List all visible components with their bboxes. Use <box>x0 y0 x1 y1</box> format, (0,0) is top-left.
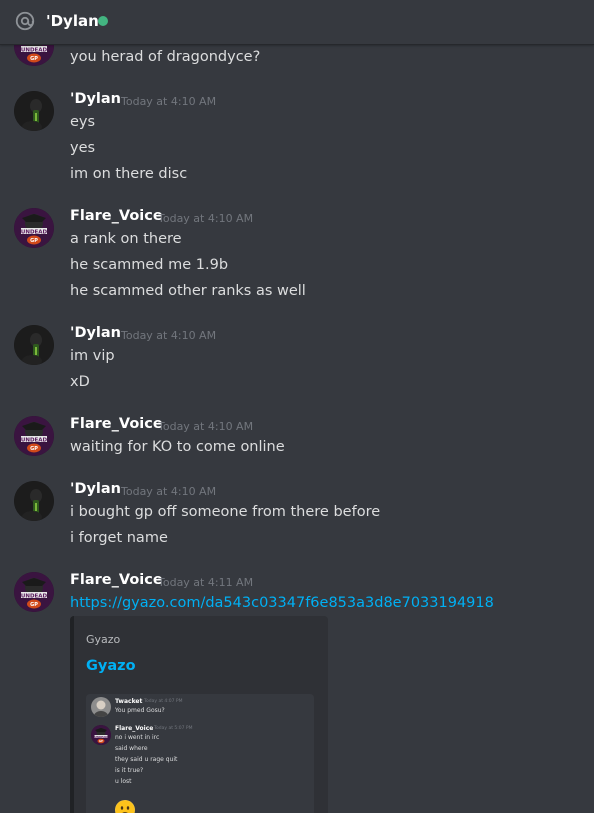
message-line: xD <box>70 374 90 390</box>
message-timestamp: Today at 4:10 AM <box>121 95 217 108</box>
avatar <box>91 697 111 717</box>
avatar <box>91 725 111 745</box>
message-timestamp: Today at 4:11 AM <box>158 576 254 589</box>
message-line: you herad of dragondyce? <box>70 49 261 65</box>
message-timestamp: Today at 4:10 AM <box>121 329 217 342</box>
author-name[interactable]: Flare_Voice <box>70 572 163 588</box>
message-line: no i went in irc <box>115 734 160 741</box>
author-name: Flare_Voice <box>115 725 154 732</box>
message-line: i bought gp off someone from there befor… <box>70 504 381 520</box>
message-line: is it true? <box>115 767 144 774</box>
link-embed: Gyazo Gyazo Twacket Today at 4:07 PM You… <box>70 616 328 813</box>
message-line: i forget name <box>70 530 168 546</box>
message-line: yes <box>70 140 96 156</box>
avatar[interactable] <box>14 481 54 521</box>
author-name[interactable]: Flare_Voice <box>70 208 163 224</box>
avatar[interactable] <box>14 208 54 248</box>
message-line: im on there disc <box>70 166 188 182</box>
message-timestamp: Today at 4:07 PM <box>144 699 183 704</box>
embed-provider: Gyazo <box>86 633 121 646</box>
avatar[interactable] <box>14 325 54 365</box>
online-status-icon <box>98 16 108 26</box>
avatar[interactable] <box>14 91 54 131</box>
author-name[interactable]: 'Dylan <box>70 325 121 341</box>
message-line: said where <box>115 745 148 752</box>
message-line: he scammed me 1.9b <box>70 257 229 273</box>
at-icon <box>15 11 35 31</box>
message-line: a rank on there <box>70 231 182 247</box>
channel-title: 'Dylan <box>46 12 99 30</box>
avatar[interactable] <box>14 572 54 612</box>
message-line: u lost <box>115 778 132 785</box>
author-name[interactable]: 'Dylan <box>70 91 121 107</box>
message-timestamp: Today at 4:10 AM <box>158 212 254 225</box>
embed-title-link[interactable]: Gyazo <box>86 658 136 674</box>
frowning-face-emoji-icon <box>115 800 135 813</box>
message-line: he scammed other ranks as well <box>70 283 306 299</box>
message-line: im vip <box>70 348 115 364</box>
avatar[interactable] <box>14 416 54 456</box>
message-line: You pmed Gosu? <box>115 707 165 714</box>
message-line: waiting for KO to come online <box>70 439 285 455</box>
author-name[interactable]: 'Dylan <box>70 481 121 497</box>
message-timestamp: Today at 5:07 PM <box>154 726 193 731</box>
message-timestamp: Today at 4:10 AM <box>121 485 217 498</box>
message-line: eys <box>70 114 96 130</box>
author-name[interactable]: Flare_Voice <box>70 416 163 432</box>
message-link[interactable]: https://gyazo.com/da543c03347f6e853a3d8e… <box>70 595 494 611</box>
message-timestamp: Today at 4:10 AM <box>158 420 254 433</box>
channel-header: 'Dylan <box>0 0 594 45</box>
embed-image[interactable]: Twacket Today at 4:07 PM You pmed Gosu? … <box>86 694 314 813</box>
author-name: Twacket <box>115 698 143 705</box>
message-line: they said u rage quit <box>115 756 178 763</box>
